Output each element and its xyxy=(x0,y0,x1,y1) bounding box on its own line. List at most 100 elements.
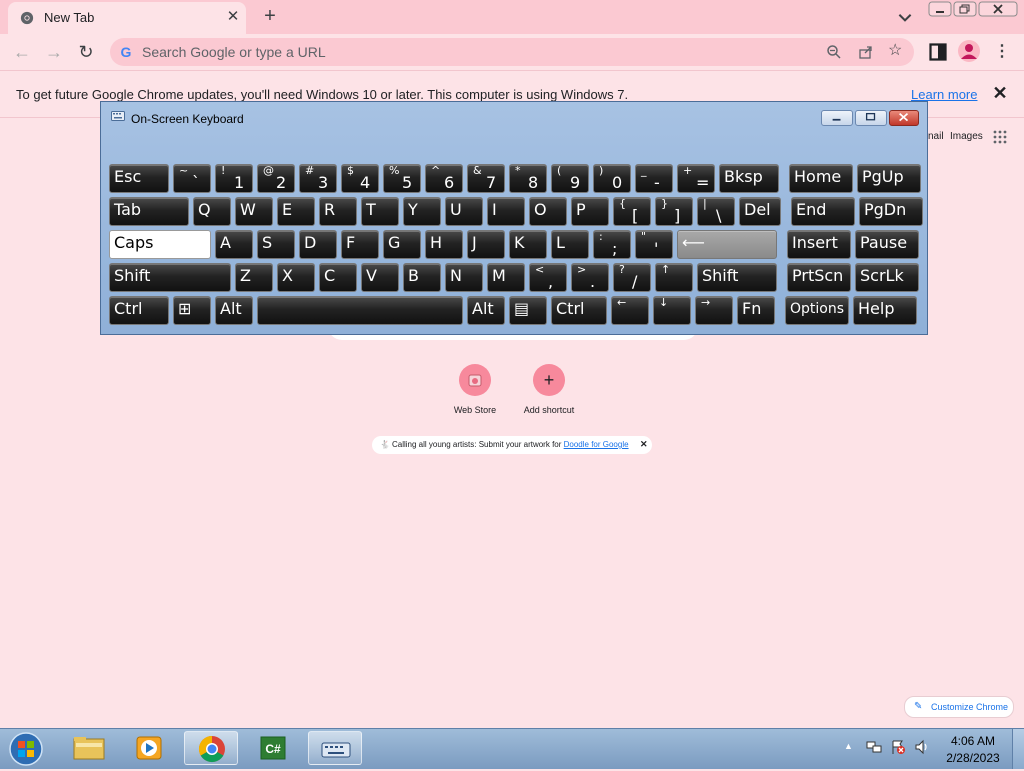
key-b[interactable]: B xyxy=(403,263,441,292)
action-center-flag-icon[interactable] xyxy=(890,739,906,755)
key-sym3-8[interactable]: <, xyxy=(529,263,567,292)
key-r[interactable]: R xyxy=(319,197,357,226)
share-icon[interactable] xyxy=(858,44,874,60)
key-tab[interactable]: Tab xyxy=(109,197,189,226)
key-4[interactable]: $4 xyxy=(341,164,379,193)
show-hidden-icons-icon[interactable]: ▲ xyxy=(844,741,854,751)
key-0[interactable]: ) 0 xyxy=(593,164,631,193)
key-del[interactable]: Del xyxy=(739,197,781,226)
customize-chrome-button[interactable]: ✎ Customize Chrome xyxy=(904,696,1014,718)
key-ctrl[interactable]: Ctrl xyxy=(109,296,169,325)
key-shift[interactable]: Shift xyxy=(697,263,777,292)
key-home[interactable]: Home xyxy=(789,164,853,193)
osk-titlebar[interactable]: On-Screen Keyboard xyxy=(101,102,927,132)
start-button[interactable] xyxy=(6,731,46,767)
key-f[interactable]: F xyxy=(341,230,379,259)
tab-close-icon[interactable]: ✕ xyxy=(224,8,242,26)
reload-icon[interactable]: ↻ xyxy=(74,40,98,64)
learn-more-link[interactable]: Learn more xyxy=(911,87,977,102)
window-minimize-button[interactable] xyxy=(928,1,952,17)
google-apps-icon[interactable] xyxy=(993,130,1007,144)
bookmark-star-icon[interactable]: ☆ xyxy=(888,42,906,60)
key-m[interactable]: M xyxy=(487,263,525,292)
key-e[interactable]: E xyxy=(277,197,315,226)
key-z[interactable]: Z xyxy=(235,263,273,292)
key-end[interactable]: End xyxy=(791,197,855,226)
infobar-close-icon[interactable]: ✕ xyxy=(990,83,1010,103)
key-space[interactable] xyxy=(257,296,463,325)
gmail-link[interactable]: nail xyxy=(928,131,944,142)
key-alt[interactable]: Alt xyxy=(467,296,505,325)
key-sym0-13[interactable]: + = xyxy=(677,164,715,193)
key-sym3-11[interactable]: ↑ xyxy=(655,263,693,292)
key-5[interactable]: % 5 xyxy=(383,164,421,193)
key-j[interactable]: J xyxy=(467,230,505,259)
profile-avatar[interactable] xyxy=(958,40,980,62)
key-ctrl[interactable]: Ctrl xyxy=(551,296,607,325)
key-s[interactable]: S xyxy=(257,230,295,259)
key-p[interactable]: P xyxy=(571,197,609,226)
osk-close-button[interactable] xyxy=(889,110,919,126)
key-w[interactable]: W xyxy=(235,197,273,226)
key-alt[interactable]: Alt xyxy=(215,296,253,325)
key-esc[interactable]: Esc xyxy=(109,164,169,193)
key-shift[interactable]: Shift xyxy=(109,263,231,292)
key-y[interactable]: Y xyxy=(403,197,441,226)
key-sym2-12[interactable]: ⟵ xyxy=(677,230,777,259)
key-sym2-10[interactable]: :; xyxy=(593,230,631,259)
key-v[interactable]: V xyxy=(361,263,399,292)
taskbar-on-screen-keyboard[interactable] xyxy=(308,731,362,765)
key-8[interactable]: * 8 xyxy=(509,164,547,193)
tab-search-chevron-icon[interactable] xyxy=(896,8,914,26)
taskbar-explorer[interactable] xyxy=(62,731,116,765)
key-t[interactable]: T xyxy=(361,197,399,226)
key-sym3-10[interactable]: ? / xyxy=(613,263,651,292)
key-9[interactable]: (9 xyxy=(551,164,589,193)
chrome-menu-icon[interactable]: ⋮ xyxy=(994,42,1010,62)
volume-icon[interactable] xyxy=(914,739,930,755)
key-sym0-12[interactable]: _ - xyxy=(635,164,673,193)
key-x[interactable]: X xyxy=(277,263,315,292)
key-d[interactable]: D xyxy=(299,230,337,259)
key-sym1-11[interactable]: {[ xyxy=(613,197,651,226)
doodle-for-google-link[interactable]: Doodle for Google xyxy=(564,440,629,449)
key-options[interactable]: Options xyxy=(785,296,849,325)
key-c[interactable]: C xyxy=(319,263,357,292)
key-prtscn[interactable]: PrtScn xyxy=(787,263,851,292)
key-pgup[interactable]: PgUp xyxy=(857,164,921,193)
key-2[interactable]: @2 xyxy=(257,164,295,193)
key-o[interactable]: O xyxy=(529,197,567,226)
key-insert[interactable]: Insert xyxy=(787,230,851,259)
back-arrow-icon[interactable]: ← xyxy=(10,40,34,64)
network-icon[interactable] xyxy=(866,739,882,755)
window-close-button[interactable] xyxy=(978,1,1018,17)
show-desktop-button[interactable] xyxy=(1012,729,1024,769)
key-sym4-7[interactable]: ← xyxy=(611,296,649,325)
address-input[interactable] xyxy=(142,42,802,62)
new-tab-button[interactable]: + xyxy=(258,4,282,28)
key-n[interactable]: N xyxy=(445,263,483,292)
key-sym4-9[interactable]: → xyxy=(695,296,733,325)
key-sym2-11[interactable]: " ' xyxy=(635,230,673,259)
forward-arrow-icon[interactable]: → xyxy=(42,40,66,64)
osk-minimize-button[interactable] xyxy=(821,110,853,126)
key-sym1-13[interactable]: | \ xyxy=(697,197,735,226)
key-a[interactable]: A xyxy=(215,230,253,259)
key-u[interactable]: U xyxy=(445,197,483,226)
key-7[interactable]: & 7 xyxy=(467,164,505,193)
shortcut-web-store[interactable]: Web Store xyxy=(440,364,510,424)
key-sym4-8[interactable]: ↓ xyxy=(653,296,691,325)
key-sym4-5[interactable]: ▤ xyxy=(509,296,547,325)
promo-close-icon[interactable]: ✕ xyxy=(640,439,650,449)
key-i[interactable]: I xyxy=(487,197,525,226)
key-q[interactable]: Q xyxy=(193,197,231,226)
clock-time[interactable]: 4:06 AM xyxy=(940,734,1006,748)
clock-date[interactable]: 2/28/2023 xyxy=(940,751,1006,765)
key-k[interactable]: K xyxy=(509,230,547,259)
key-scrlk[interactable]: ScrLk xyxy=(855,263,919,292)
key-help[interactable]: Help xyxy=(853,296,917,325)
key-sym1-12[interactable]: }] xyxy=(655,197,693,226)
osk-maximize-button[interactable] xyxy=(855,110,887,126)
key-sym3-9[interactable]: >. xyxy=(571,263,609,292)
side-panel-icon[interactable] xyxy=(928,42,948,62)
